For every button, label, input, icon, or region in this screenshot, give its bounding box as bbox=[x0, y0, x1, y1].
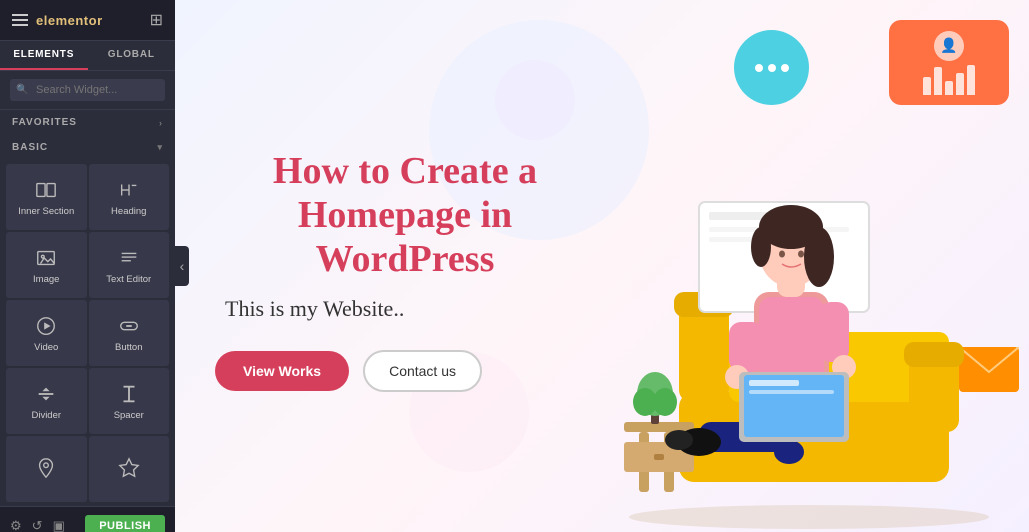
logo-text: elementor bbox=[36, 13, 103, 28]
hero-subtitle: This is my Website.. bbox=[215, 296, 595, 322]
favorites-arrow: › bbox=[159, 118, 163, 128]
illustration-area bbox=[599, 0, 1029, 532]
hamburger-icon[interactable] bbox=[12, 14, 28, 26]
button-label: Button bbox=[115, 342, 142, 353]
spacer-label: Spacer bbox=[114, 410, 144, 421]
publish-button[interactable]: PUBLISH bbox=[85, 515, 165, 532]
responsive-icon[interactable]: ▣ bbox=[53, 518, 65, 532]
section-basic[interactable]: BASIC ▾ bbox=[0, 135, 175, 160]
button-icon bbox=[118, 315, 140, 337]
basic-label: BASIC bbox=[12, 142, 48, 153]
grid-icon[interactable]: ⊞ bbox=[150, 10, 163, 30]
view-works-button[interactable]: View Works bbox=[215, 351, 349, 391]
widget-image[interactable]: Image bbox=[6, 232, 87, 298]
contact-us-button[interactable]: Contact us bbox=[363, 350, 482, 392]
widget-star[interactable] bbox=[89, 436, 170, 502]
image-label: Image bbox=[33, 274, 59, 285]
history-icon[interactable]: ↺ bbox=[32, 518, 43, 532]
widget-grid: Inner Section Heading bbox=[0, 160, 175, 506]
text-editor-icon bbox=[118, 247, 140, 269]
map-icon bbox=[35, 457, 57, 479]
hero-text-area: How to Create a Homepage in WordPress Th… bbox=[215, 150, 595, 391]
widget-divider[interactable]: Divider bbox=[6, 368, 87, 434]
video-label: Video bbox=[34, 342, 58, 353]
tab-global[interactable]: GLOBAL bbox=[88, 41, 176, 70]
inner-section-label: Inner Section bbox=[18, 206, 74, 217]
search-input[interactable] bbox=[10, 79, 165, 101]
divider-label: Divider bbox=[31, 410, 61, 421]
widget-inner-section[interactable]: Inner Section bbox=[6, 164, 87, 230]
settings-icon[interactable]: ⚙ bbox=[10, 518, 22, 532]
spacer-icon bbox=[118, 383, 140, 405]
heading-label: Heading bbox=[111, 206, 146, 217]
widget-spacer[interactable]: Spacer bbox=[89, 368, 170, 434]
sidebar-panel: elementor ⊞ ELEMENTS GLOBAL FAVORITES › … bbox=[0, 0, 175, 532]
basic-arrow: ▾ bbox=[157, 142, 163, 153]
bottom-icons: ⚙ ↺ ▣ bbox=[10, 518, 65, 532]
sidebar-tabs: ELEMENTS GLOBAL bbox=[0, 41, 175, 71]
sidebar: elementor ⊞ ELEMENTS GLOBAL FAVORITES › … bbox=[0, 0, 175, 532]
widget-video[interactable]: Video bbox=[6, 300, 87, 366]
main-content: 👤 bbox=[175, 0, 1029, 532]
tab-elements[interactable]: ELEMENTS bbox=[0, 41, 88, 70]
search-area bbox=[0, 71, 175, 110]
widget-text-editor[interactable]: Text Editor bbox=[89, 232, 170, 298]
sidebar-header: elementor ⊞ bbox=[0, 0, 175, 41]
video-icon bbox=[35, 315, 57, 337]
header-left: elementor bbox=[12, 13, 103, 28]
hero-title: How to Create a Homepage in WordPress bbox=[215, 150, 595, 281]
text-editor-label: Text Editor bbox=[106, 274, 151, 285]
image-icon bbox=[35, 247, 57, 269]
hero-buttons: View Works Contact us bbox=[215, 350, 595, 392]
sidebar-bottom: ⚙ ↺ ▣ PUBLISH bbox=[0, 506, 175, 532]
collapse-handle[interactable] bbox=[175, 246, 189, 286]
widget-button[interactable]: Button bbox=[89, 300, 170, 366]
star-icon bbox=[118, 457, 140, 479]
inner-section-icon bbox=[35, 179, 57, 201]
favorites-label: FAVORITES bbox=[12, 117, 77, 128]
section-favorites[interactable]: FAVORITES › bbox=[0, 110, 175, 135]
divider-icon bbox=[35, 383, 57, 405]
widget-map[interactable] bbox=[6, 436, 87, 502]
widget-heading[interactable]: Heading bbox=[89, 164, 170, 230]
heading-icon bbox=[118, 179, 140, 201]
